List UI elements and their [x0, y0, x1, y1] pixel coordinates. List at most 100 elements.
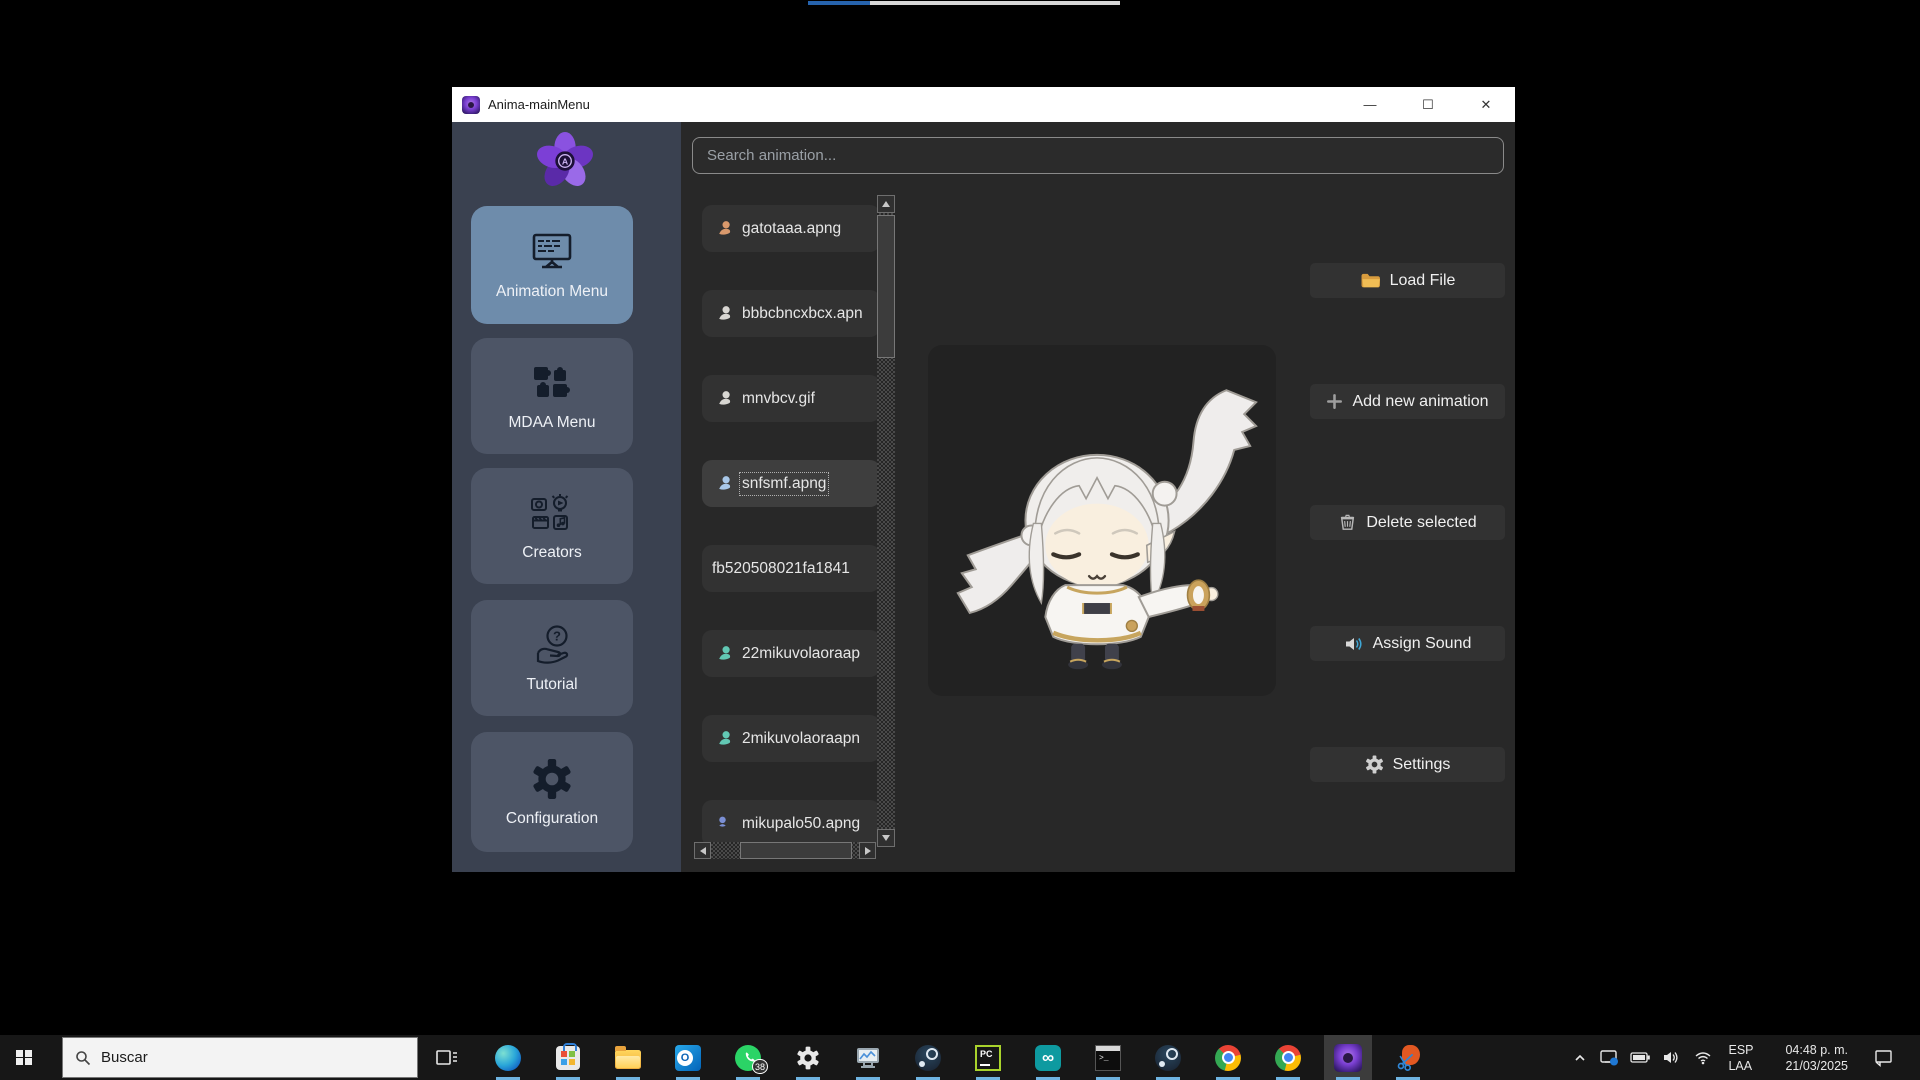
list-item[interactable]: bbbcbncxbcx.apn	[702, 290, 880, 337]
background-window-edge-blue	[808, 1, 870, 5]
list-item[interactable]: fb520508021fa1841	[702, 545, 880, 592]
plus-icon	[1326, 393, 1343, 410]
taskbar-app-terminal[interactable]	[1084, 1035, 1132, 1080]
trash-icon	[1338, 513, 1357, 532]
load-file-label: Load File	[1390, 272, 1456, 290]
horizontal-scrollbar[interactable]	[694, 842, 876, 859]
taskbar-app-task-manager[interactable]	[844, 1035, 892, 1080]
list-item[interactable]: mnvbcv.gif	[702, 375, 880, 422]
gear-icon	[1365, 755, 1384, 774]
sidebar-item-label: Tutorial	[526, 676, 577, 694]
settings-button[interactable]: Settings	[1310, 747, 1505, 782]
scroll-left-button[interactable]	[694, 842, 711, 859]
taskbar-app-pycharm[interactable]: PC	[964, 1035, 1012, 1080]
taskbar-app-chrome[interactable]	[1204, 1035, 1252, 1080]
add-new-animation-button[interactable]: Add new animation	[1310, 384, 1505, 419]
list-item[interactable]: mikupalo50.apng	[702, 800, 880, 847]
animation-thumbnail-icon	[716, 730, 733, 747]
svg-text:?: ?	[553, 628, 561, 643]
window-controls: — ☐ ✕	[1341, 87, 1515, 122]
microsoft-store-icon	[556, 1046, 580, 1070]
chrome-icon	[1215, 1045, 1241, 1071]
delete-selected-button[interactable]: Delete selected	[1310, 505, 1505, 540]
taskbar-app-whatsapp[interactable]: 38	[724, 1035, 772, 1080]
sidebar: A Animation Menu	[452, 122, 681, 872]
tray-wifi-icon[interactable]	[1690, 1035, 1716, 1080]
tray-battery-icon[interactable]	[1627, 1035, 1653, 1080]
list-item[interactable]: 2mikuvolaoraapn	[702, 715, 880, 762]
close-button[interactable]: ✕	[1457, 87, 1515, 122]
puzzle-icon	[530, 361, 574, 405]
triangle-down-icon	[882, 835, 890, 841]
folder-icon	[1360, 272, 1381, 289]
terminal-icon	[1095, 1045, 1121, 1071]
animation-thumbnail-icon	[716, 390, 733, 407]
load-file-button[interactable]: Load File	[1310, 263, 1505, 298]
scroll-right-button[interactable]	[859, 842, 876, 859]
vertical-scrollbar[interactable]	[877, 195, 895, 847]
taskbar-app-outlook[interactable]	[664, 1035, 712, 1080]
taskbar-app-steam[interactable]	[904, 1035, 952, 1080]
file-name: fb520508021fa1841	[712, 560, 850, 578]
scroll-down-button[interactable]	[877, 829, 895, 847]
taskbar-app-steam-2[interactable]	[1144, 1035, 1192, 1080]
windows-logo-icon	[16, 1050, 32, 1066]
taskbar-search[interactable]: Buscar	[62, 1037, 418, 1078]
steam-icon	[915, 1045, 941, 1071]
file-name: bbbcbncxbcx.apn	[742, 305, 863, 323]
list-item-selected[interactable]: snfsmf.apng	[702, 460, 880, 507]
taskbar-app-anima[interactable]	[1324, 1035, 1372, 1080]
search-input[interactable]	[692, 137, 1504, 174]
taskbar-app-file-explorer[interactable]	[604, 1035, 652, 1080]
taskbar-app-chrome-2[interactable]	[1264, 1035, 1312, 1080]
sidebar-item-tutorial[interactable]: ? Tutorial	[471, 600, 633, 716]
question-hand-icon: ?	[530, 623, 574, 667]
sidebar-item-creators[interactable]: Creators	[471, 468, 633, 584]
anima-logo: A	[534, 130, 596, 192]
sidebar-item-configuration[interactable]: Configuration	[471, 732, 633, 852]
settings-label: Settings	[1393, 756, 1451, 774]
clock-date: 21/03/2025	[1762, 1058, 1848, 1074]
outlook-icon	[675, 1045, 701, 1071]
animation-thumbnail-icon	[716, 305, 733, 322]
file-name: gatotaaa.apng	[742, 220, 841, 238]
list-item[interactable]: gatotaaa.apng	[702, 205, 880, 252]
taskbar-app-clip-tool[interactable]	[1384, 1035, 1432, 1080]
taskbar-app-arduino[interactable]: ∞	[1024, 1035, 1072, 1080]
file-name: mikupalo50.apng	[742, 815, 860, 833]
sidebar-item-mdaa-menu[interactable]: MDAA Menu	[471, 338, 633, 454]
triangle-left-icon	[700, 847, 706, 855]
action-center-button[interactable]	[1866, 1035, 1900, 1080]
tray-volume-icon[interactable]	[1658, 1035, 1684, 1080]
start-button[interactable]	[0, 1035, 48, 1080]
tray-expand-button[interactable]	[1568, 1035, 1592, 1080]
sidebar-item-animation-menu[interactable]: Animation Menu	[471, 206, 633, 324]
triangle-right-icon	[865, 847, 871, 855]
tray-language-indicator[interactable]: ESP LAA	[1722, 1035, 1760, 1080]
task-manager-icon	[855, 1045, 881, 1071]
tray-clock[interactable]: 04:48 p. m. 21/03/2025	[1762, 1035, 1848, 1080]
titlebar[interactable]: Anima-mainMenu — ☐ ✕	[452, 87, 1515, 122]
minimize-button[interactable]: —	[1341, 87, 1399, 122]
svg-text:A: A	[562, 156, 569, 166]
taskbar-app-edge[interactable]	[484, 1035, 532, 1080]
taskbar-app-settings[interactable]	[784, 1035, 832, 1080]
keyboard-layout: LAA	[1728, 1058, 1753, 1074]
scrollbar-thumb[interactable]	[740, 842, 852, 859]
taskbar-app-store[interactable]	[544, 1035, 592, 1080]
scroll-up-button[interactable]	[877, 195, 895, 213]
tray-cast-icon[interactable]	[1596, 1035, 1622, 1080]
taskbar-search-placeholder: Buscar	[101, 1049, 148, 1066]
sidebar-item-label: Animation Menu	[496, 283, 608, 301]
maximize-button[interactable]: ☐	[1399, 87, 1457, 122]
task-view-button[interactable]	[423, 1035, 471, 1080]
frieren-chibi-preview	[928, 345, 1276, 696]
file-explorer-icon	[615, 1050, 641, 1069]
whatsapp-badge: 38	[752, 1059, 768, 1074]
scrollbar-thumb[interactable]	[877, 215, 895, 358]
animation-thumbnail-icon	[716, 220, 733, 237]
assign-sound-button[interactable]: Assign Sound	[1310, 626, 1505, 661]
desktop: Anima-mainMenu — ☐ ✕	[0, 0, 1920, 1080]
arduino-icon: ∞	[1035, 1045, 1061, 1071]
list-item[interactable]: 22mikuvolaoraap	[702, 630, 880, 677]
